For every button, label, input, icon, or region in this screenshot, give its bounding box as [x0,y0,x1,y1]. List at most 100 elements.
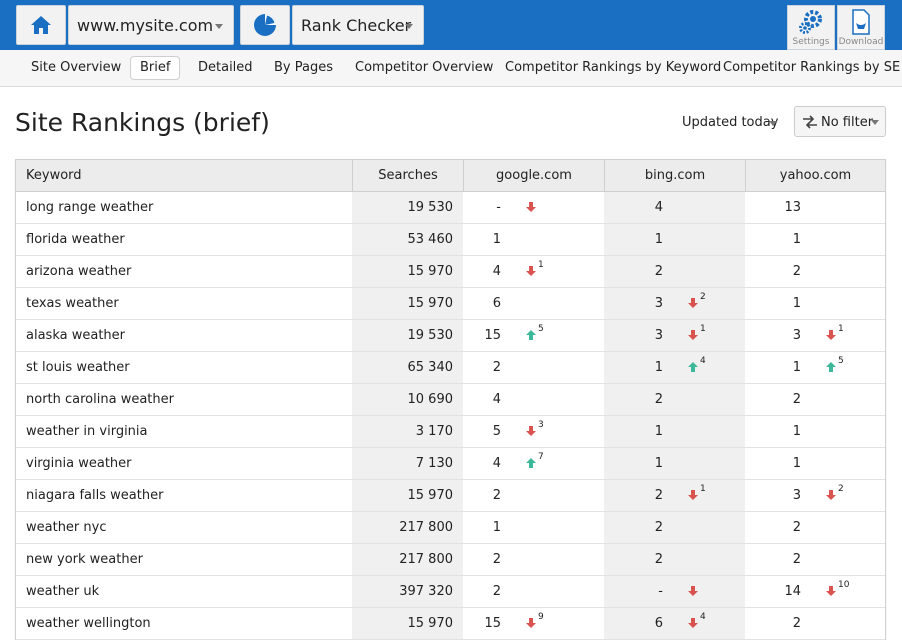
col-searches[interactable]: Searches [352,160,463,191]
arrow-down-icon [826,490,836,500]
rank-value: 3 [792,488,801,503]
rank-delta: 4 [700,356,706,366]
tab-competitor-rankings-by-keyword[interactable]: Competitor Rankings by Keyword [505,56,721,80]
rank-value: 6 [654,616,663,631]
keyword-cell[interactable]: long range weather [16,192,352,223]
rank-value: 2 [654,520,663,535]
site-selector[interactable]: www.mysite.com [68,5,234,45]
rank-value: 2 [492,584,501,599]
google-rank-cell: 2 [463,480,604,511]
filter-icon [803,115,817,129]
table-row: st louis weather 65 340 2 1 4 1 5 [16,352,885,384]
rank-value: 2 [654,264,663,279]
table-header: Keyword Searches google.com bing.com yah… [16,160,885,192]
searches-cell: 15 970 [352,608,463,639]
tool-selector-label: Rank Checker [301,16,412,35]
keyword-cell[interactable]: north carolina weather [16,384,352,415]
rank-value: - [658,584,663,599]
arrow-down-icon [526,426,536,436]
table-row: texas weather 15 970 6 3 2 1 [16,288,885,320]
table-row: north carolina weather 10 690 4 2 2 [16,384,885,416]
bing-rank-cell: 14 [604,352,745,383]
keyword-cell[interactable]: arizona weather [16,256,352,287]
table-row: niagara falls weather 15 970 2 2 1 3 2 [16,480,885,512]
col-keyword[interactable]: Keyword [16,160,352,191]
yahoo-rank-cell: 1 [745,416,885,447]
bing-rank-cell: 1 [604,416,745,447]
rank-value: 1 [492,232,501,247]
keyword-cell[interactable]: st louis weather [16,352,352,383]
col-google[interactable]: google.com [463,160,604,191]
pie-chart-icon [254,14,276,36]
yahoo-rank-cell: 2 [745,512,885,543]
keyword-cell[interactable]: florida weather [16,224,352,255]
tab-bar: Site Overview Brief Detailed By Pages Co… [0,50,902,87]
rank-delta: 3 [538,420,544,430]
download-button[interactable]: Download [837,5,885,50]
home-button[interactable] [16,5,66,45]
rank-value: 1 [792,360,801,375]
rank-value: 2 [792,392,801,407]
keyword-cell[interactable]: virginia weather [16,448,352,479]
keyword-cell[interactable]: weather nyc [16,512,352,543]
download-label: Download [838,37,884,47]
rank-value: 1 [654,424,663,439]
yahoo-rank-cell: 2 [745,608,885,639]
arrow-down-icon [688,586,698,596]
keyword-cell[interactable]: weather in virginia [16,416,352,447]
arrow-down-icon [526,618,536,628]
table-row: weather uk 397 320 2 - 14 10 [16,576,885,608]
filter-button[interactable]: No filter [794,106,886,137]
tab-by-pages[interactable]: By Pages [274,56,333,80]
bing-rank-cell: 32 [604,288,745,319]
table-row: weather wellington 15 970 15 9 6 4 2 [16,608,885,640]
google-rank-cell: 15 9 [463,608,604,639]
tab-brief[interactable]: Brief [130,56,181,80]
google-rank-cell: 47 [463,448,604,479]
keyword-cell[interactable]: weather wellington [16,608,352,639]
arrow-down-icon [688,618,698,628]
keyword-cell[interactable]: new york weather [16,544,352,575]
settings-button[interactable]: Settings [787,5,835,50]
google-rank-cell: 1 [463,224,604,255]
table-row: virginia weather 7 130 4 7 1 1 [16,448,885,480]
col-yahoo[interactable]: yahoo.com [745,160,885,191]
arrow-up-icon [526,330,536,340]
tab-detailed[interactable]: Detailed [198,56,253,80]
yahoo-rank-cell: 2 [745,544,885,575]
chevron-down-icon [769,121,777,126]
bing-rank-cell: 64 [604,608,745,639]
keyword-cell[interactable]: niagara falls weather [16,480,352,511]
rank-value: 3 [792,328,801,343]
bing-rank-cell: - [604,576,745,607]
col-bing[interactable]: bing.com [604,160,745,191]
rank-value: 4 [492,392,501,407]
rank-value: 15 [484,616,501,631]
keyword-cell[interactable]: weather uk [16,576,352,607]
google-rank-cell: 6 [463,288,604,319]
google-rank-cell: - [463,192,604,223]
chevron-down-icon [215,24,223,29]
rank-value: 2 [792,552,801,567]
rank-value: 1 [792,424,801,439]
google-rank-cell: 1 [463,512,604,543]
searches-cell: 65 340 [352,352,463,383]
keyword-cell[interactable]: texas weather [16,288,352,319]
updated-dropdown[interactable]: Updated today [682,115,778,130]
searches-cell: 19 530 [352,192,463,223]
rank-value: 2 [792,264,801,279]
rank-value: 1 [654,360,663,375]
tab-competitor-overview[interactable]: Competitor Overview [355,56,493,80]
arrow-down-icon [526,202,536,212]
rank-value: 2 [792,616,801,631]
rank-value: 15 [484,328,501,343]
table-row: arizona weather 15 970 4 1 2 2 [16,256,885,288]
tool-selector[interactable]: Rank Checker [292,5,424,45]
tool-icon-button[interactable] [240,5,290,45]
gears-icon [799,10,822,34]
searches-cell: 10 690 [352,384,463,415]
keyword-cell[interactable]: alaska weather [16,320,352,351]
arrow-down-icon [688,490,698,500]
tab-site-overview[interactable]: Site Overview [31,56,121,80]
tab-competitor-rankings-by-se[interactable]: Competitor Rankings by SE [723,56,900,80]
